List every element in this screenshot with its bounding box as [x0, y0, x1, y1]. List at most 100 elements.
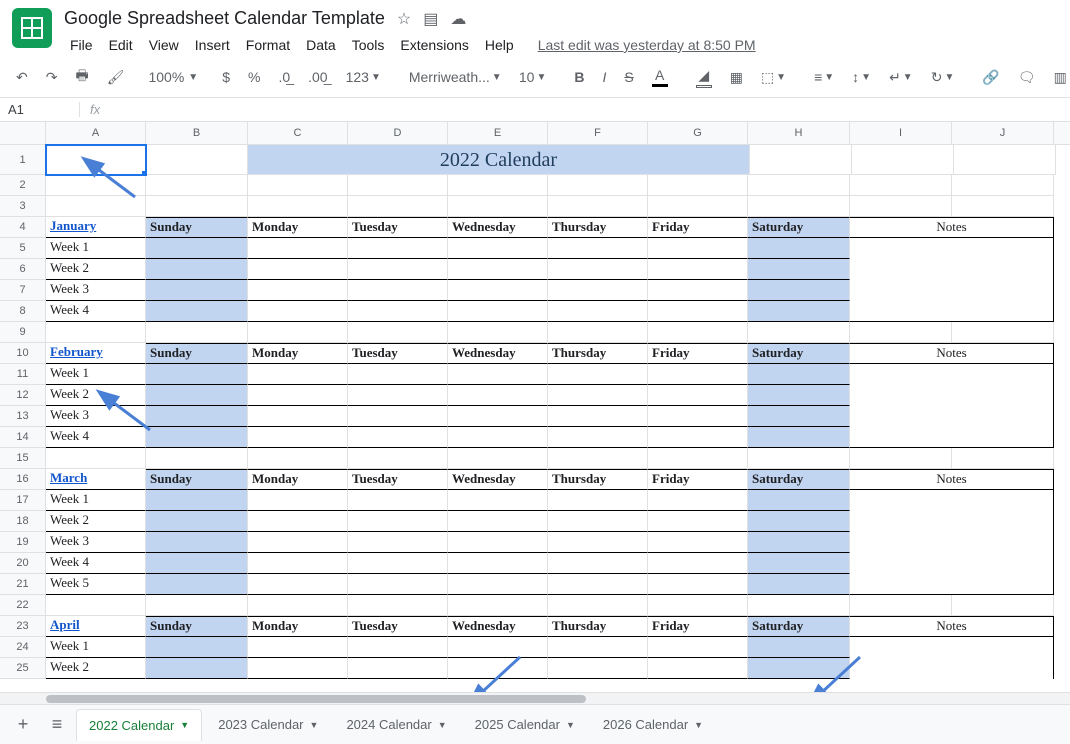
- cell[interactable]: [748, 637, 850, 658]
- cell[interactable]: [850, 196, 952, 217]
- name-box[interactable]: A1: [0, 102, 80, 117]
- cell[interactable]: [348, 175, 448, 196]
- notes-cell[interactable]: [850, 658, 1054, 679]
- font-select[interactable]: Merriweath... ▼: [405, 67, 495, 87]
- cell[interactable]: [146, 238, 248, 259]
- chevron-down-icon[interactable]: ▼: [694, 720, 703, 730]
- cell[interactable]: [146, 196, 248, 217]
- cell[interactable]: [448, 427, 548, 448]
- comment-button[interactable]: 🗨: [1014, 67, 1040, 88]
- cell[interactable]: [548, 175, 648, 196]
- star-icon[interactable]: ☆: [397, 9, 411, 29]
- chevron-down-icon[interactable]: ▼: [310, 720, 319, 730]
- cell[interactable]: [46, 175, 146, 196]
- cell[interactable]: [548, 280, 648, 301]
- col-header[interactable]: I: [850, 122, 952, 144]
- notes-cell[interactable]: [850, 511, 1054, 532]
- cell[interactable]: [348, 406, 448, 427]
- row-header[interactable]: 2: [0, 175, 46, 196]
- day-header[interactable]: Saturday: [748, 469, 850, 490]
- col-header[interactable]: G: [648, 122, 748, 144]
- cell[interactable]: [448, 406, 548, 427]
- cell[interactable]: [248, 364, 348, 385]
- cell[interactable]: [852, 145, 954, 175]
- row-header[interactable]: 20: [0, 553, 46, 574]
- cell[interactable]: [348, 490, 448, 511]
- cell[interactable]: [648, 532, 748, 553]
- sheets-logo[interactable]: [12, 8, 52, 48]
- rotate-button[interactable]: ↻▼: [927, 67, 959, 88]
- cell[interactable]: [146, 490, 248, 511]
- cell-A1[interactable]: [46, 145, 146, 175]
- day-header[interactable]: Thursday: [548, 217, 648, 238]
- week-label[interactable]: Week 1: [46, 637, 146, 658]
- cell[interactable]: [248, 196, 348, 217]
- notes-cell[interactable]: [850, 574, 1054, 595]
- cell[interactable]: [648, 301, 748, 322]
- cell[interactable]: [348, 322, 448, 343]
- cell[interactable]: [748, 406, 850, 427]
- zoom-select[interactable]: 100%▼: [148, 69, 198, 85]
- cell[interactable]: [850, 322, 952, 343]
- cell[interactable]: [748, 574, 850, 595]
- cell[interactable]: [448, 553, 548, 574]
- paint-format-button[interactable]: 🖌: [103, 67, 129, 88]
- week-label[interactable]: Week 5: [46, 574, 146, 595]
- cell[interactable]: [548, 385, 648, 406]
- cell[interactable]: [748, 448, 850, 469]
- month-april[interactable]: April: [46, 616, 146, 637]
- month-march[interactable]: March: [46, 469, 146, 490]
- print-button[interactable]: 🖶: [71, 63, 92, 91]
- cell[interactable]: [348, 637, 448, 658]
- cell[interactable]: [750, 145, 852, 175]
- month-january[interactable]: January: [46, 217, 146, 238]
- cell[interactable]: [648, 238, 748, 259]
- cell[interactable]: [248, 322, 348, 343]
- day-header[interactable]: Tuesday: [348, 469, 448, 490]
- cell[interactable]: [348, 553, 448, 574]
- cell[interactable]: [748, 238, 850, 259]
- cell[interactable]: [648, 427, 748, 448]
- borders-button[interactable]: ▦: [726, 67, 747, 88]
- col-header[interactable]: F: [548, 122, 648, 144]
- row-header[interactable]: 7: [0, 280, 46, 301]
- cell[interactable]: [548, 364, 648, 385]
- sheet-tab[interactable]: 2026 Calendar▼: [591, 709, 715, 740]
- day-header[interactable]: Monday: [248, 343, 348, 364]
- cell[interactable]: [46, 322, 146, 343]
- cell[interactable]: [648, 448, 748, 469]
- row-header[interactable]: 24: [0, 637, 46, 658]
- day-header[interactable]: Thursday: [548, 469, 648, 490]
- notes-cell[interactable]: [850, 385, 1054, 406]
- cell[interactable]: [146, 532, 248, 553]
- calendar-title[interactable]: 2022 Calendar: [248, 145, 750, 175]
- cell[interactable]: [748, 196, 850, 217]
- redo-button[interactable]: ↷: [42, 67, 62, 88]
- cell[interactable]: [248, 280, 348, 301]
- more-formats-button[interactable]: 123▼: [342, 67, 385, 87]
- day-header[interactable]: Friday: [648, 343, 748, 364]
- cell[interactable]: [146, 427, 248, 448]
- menu-insert[interactable]: Insert: [189, 33, 236, 57]
- cell[interactable]: [748, 322, 850, 343]
- week-label[interactable]: Week 1: [46, 238, 146, 259]
- row-header[interactable]: 22: [0, 595, 46, 616]
- cell[interactable]: [348, 385, 448, 406]
- cell[interactable]: [648, 574, 748, 595]
- day-header[interactable]: Sunday: [146, 217, 248, 238]
- cell[interactable]: [850, 175, 952, 196]
- cell[interactable]: [448, 385, 548, 406]
- day-header[interactable]: Monday: [248, 217, 348, 238]
- week-label[interactable]: Week 4: [46, 301, 146, 322]
- cell[interactable]: [548, 658, 648, 679]
- week-label[interactable]: Week 4: [46, 553, 146, 574]
- font-size-select[interactable]: 10 ▼: [515, 67, 550, 87]
- cell[interactable]: [146, 280, 248, 301]
- cell[interactable]: [952, 196, 1054, 217]
- cell[interactable]: [248, 385, 348, 406]
- notes-header[interactable]: Notes: [850, 343, 1054, 364]
- row-header[interactable]: 12: [0, 385, 46, 406]
- cell[interactable]: [648, 280, 748, 301]
- cell[interactable]: [146, 364, 248, 385]
- notes-cell[interactable]: [850, 427, 1054, 448]
